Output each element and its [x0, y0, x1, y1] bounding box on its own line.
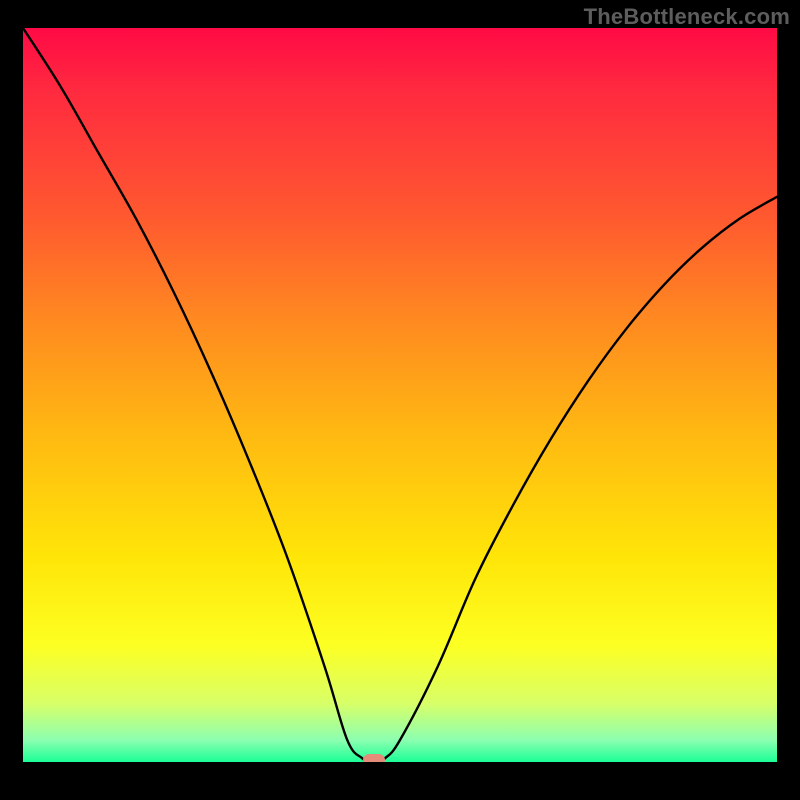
optimal-point-marker: [363, 754, 385, 762]
watermark-label: TheBottleneck.com: [584, 4, 790, 30]
bottleneck-curve: [23, 28, 777, 762]
plot-area: [23, 28, 777, 762]
curve-path: [23, 28, 777, 762]
chart-frame: TheBottleneck.com: [0, 0, 800, 800]
